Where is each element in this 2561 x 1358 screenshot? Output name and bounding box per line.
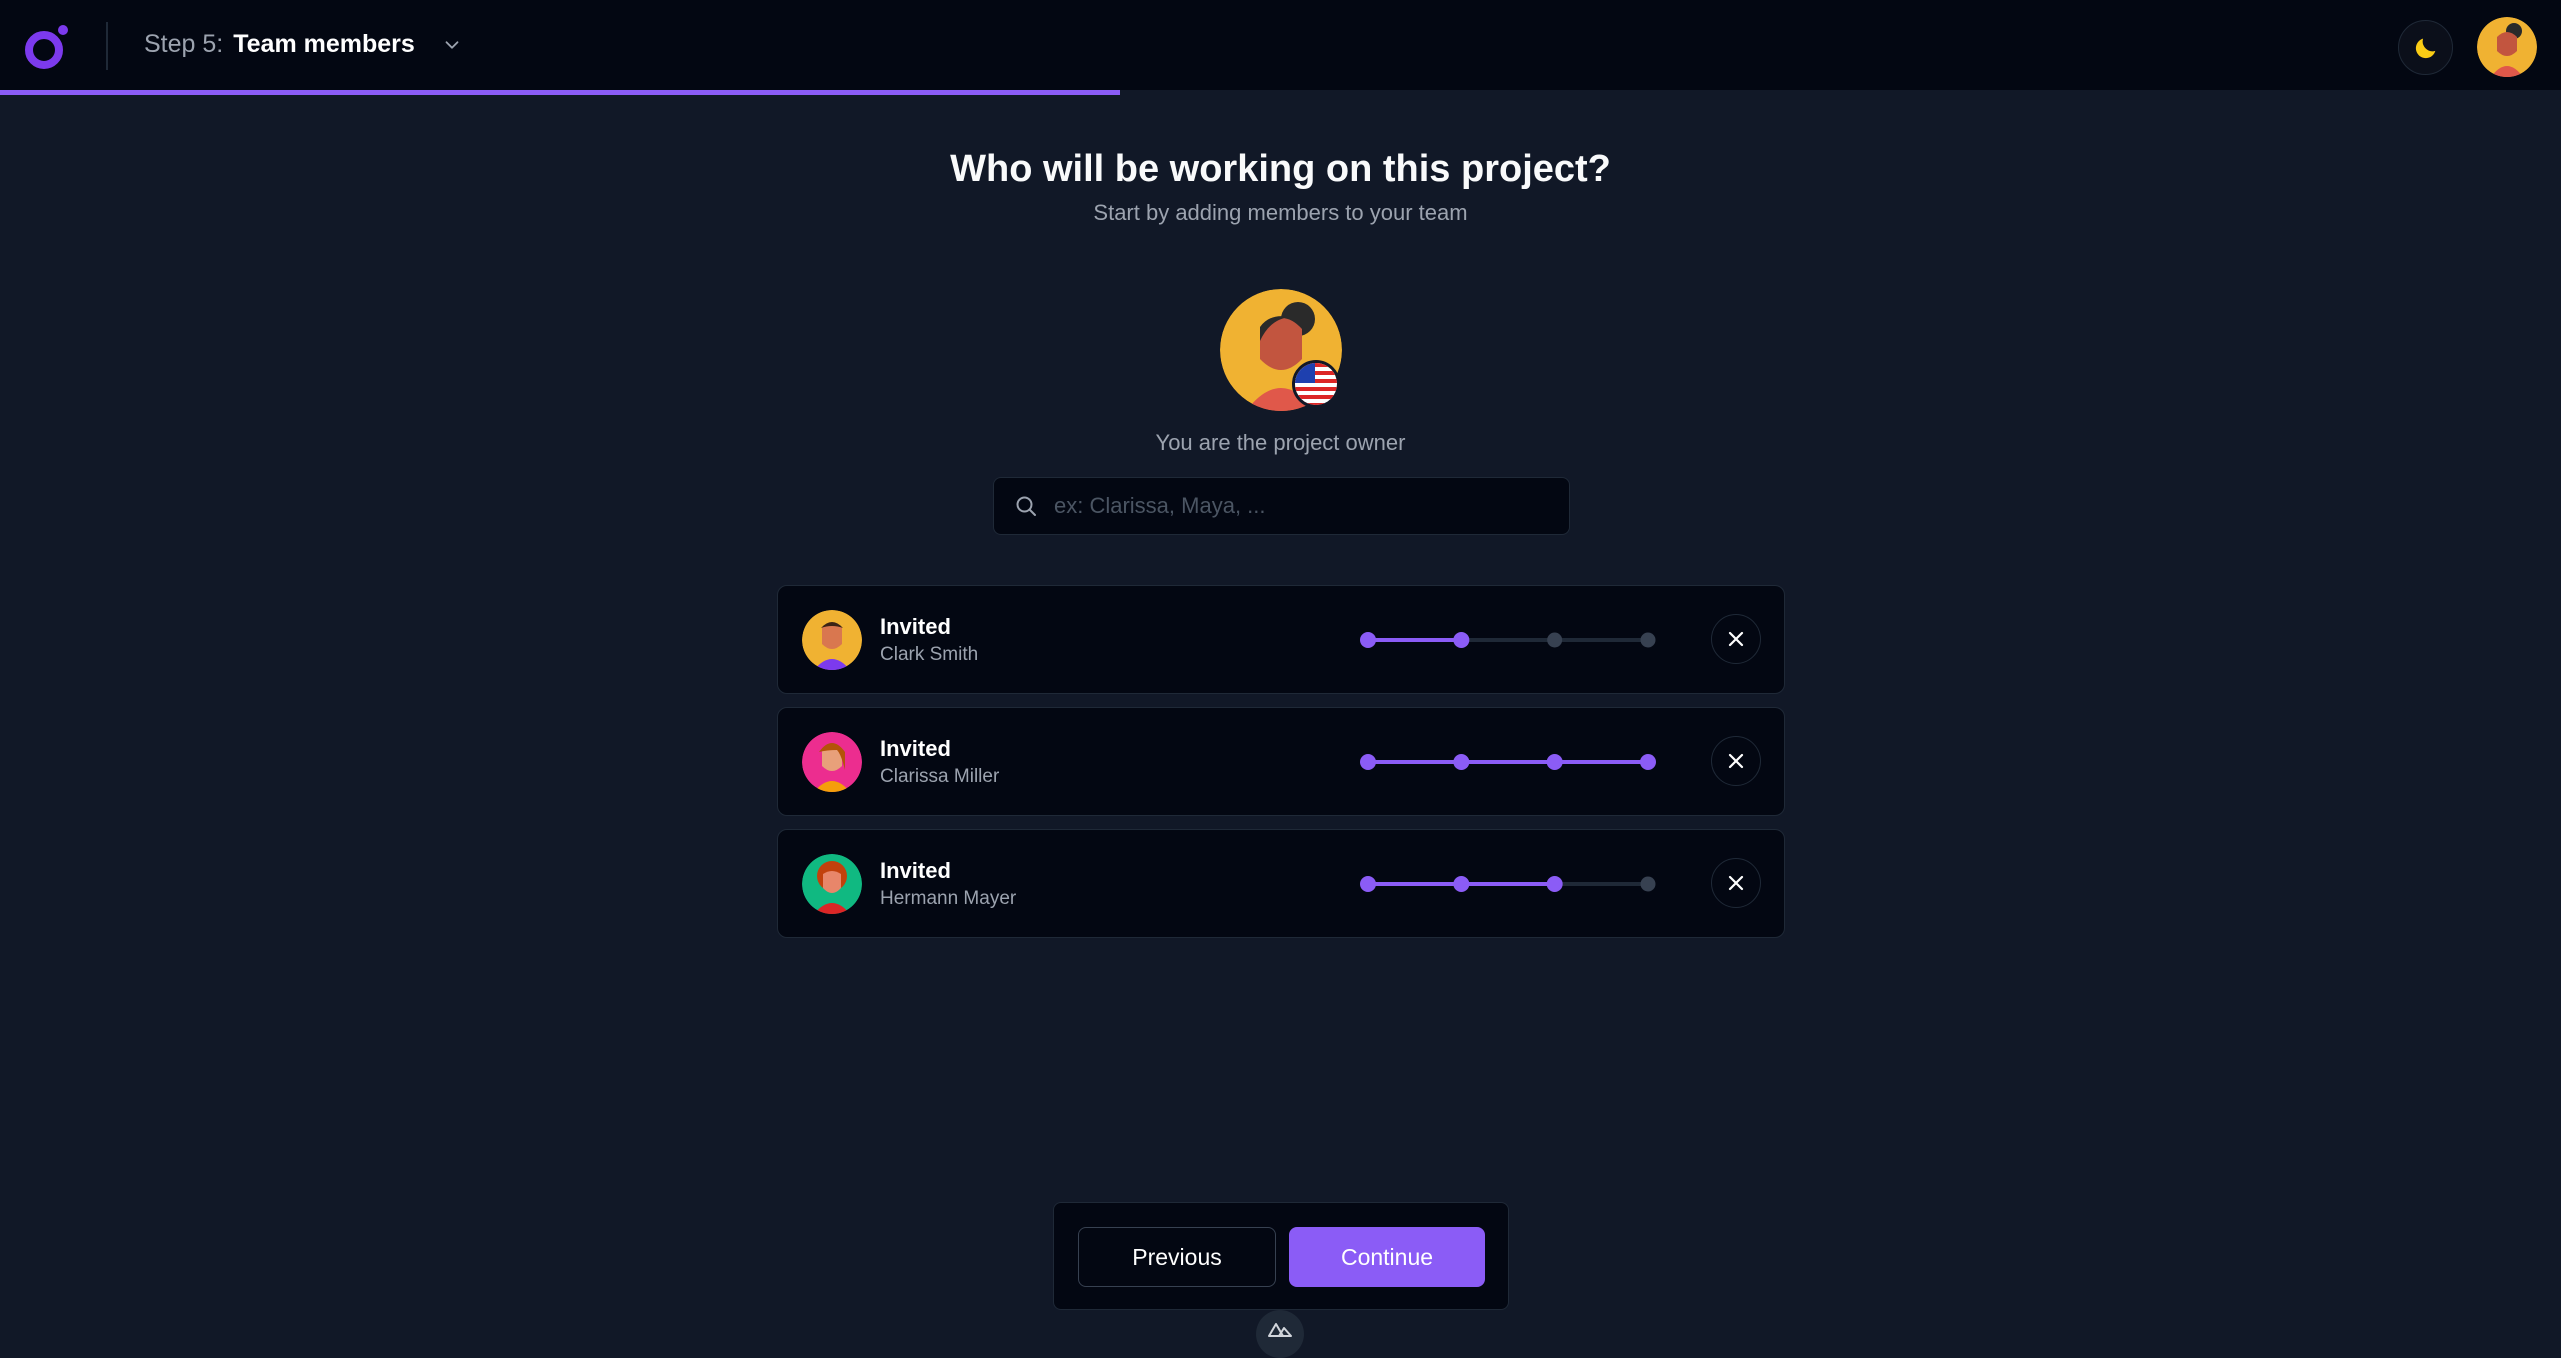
header-divider [106,22,108,70]
app-logo-icon[interactable] [22,22,72,72]
access-level-slider[interactable] [1358,752,1658,772]
slider-step-dot[interactable] [1546,876,1563,892]
slider-step-dot[interactable] [1546,754,1563,770]
remove-member-button[interactable] [1711,614,1761,664]
slider-step-dot[interactable] [1547,632,1563,648]
member-name: Hermann Mayer [880,888,1017,909]
slider-step-dot[interactable] [1453,754,1470,770]
nuxt-logo-icon [1268,1323,1292,1337]
us-flag-icon [1292,360,1340,408]
step-progress-bar [0,90,2561,95]
search-input[interactable] [1054,493,1534,519]
member-search[interactable] [993,477,1570,535]
moon-icon [2415,38,2435,58]
close-icon [1728,875,1744,891]
nuxt-devtools-button[interactable] [1256,1310,1304,1358]
member-card: Invited Hermann Mayer [777,829,1785,938]
member-status: Invited [880,614,951,639]
access-level-slider[interactable] [1358,630,1658,650]
member-avatar [802,610,862,670]
slider-step-dot[interactable] [1360,876,1376,892]
step-selector[interactable]: Step 5: Team members [144,30,463,59]
user-avatar[interactable] [2477,17,2537,77]
member-card: Invited Clark Smith [777,585,1785,694]
top-bar: Step 5: Team members [0,0,2561,90]
remove-member-button[interactable] [1711,858,1761,908]
remove-member-button[interactable] [1711,736,1761,786]
member-status: Invited [880,736,951,761]
close-icon [1728,631,1744,647]
close-icon [1728,753,1744,769]
slider-step-dot[interactable] [1360,754,1376,770]
search-icon [1016,496,1036,516]
step-title: Team members [233,30,415,58]
member-name: Clarissa Miller [880,766,1000,787]
step-number: Step 5: [144,30,224,58]
continue-button[interactable]: Continue [1289,1227,1485,1287]
slider-step-dot[interactable] [1640,754,1656,770]
page-title: Who will be working on this project? [950,148,1611,190]
member-card: Invited Clarissa Miller [777,707,1785,816]
slider-step-dot[interactable] [1640,876,1656,892]
chevron-down-icon[interactable] [441,34,463,56]
access-level-slider[interactable] [1358,874,1658,894]
previous-button[interactable]: Previous [1078,1227,1276,1287]
slider-step-dot[interactable] [1640,632,1656,648]
page-subtitle: Start by adding members to your team [1093,200,1468,225]
theme-toggle-button[interactable] [2398,20,2453,75]
member-status: Invited [880,858,951,883]
slider-step-dot[interactable] [1453,632,1470,648]
step-navigation: Previous Continue [1053,1202,1509,1310]
owner-label: You are the project owner [1155,430,1406,455]
member-avatar [802,854,862,914]
slider-step-dot[interactable] [1360,632,1376,648]
member-name: Clark Smith [880,644,979,665]
step-progress-fill [0,90,1121,95]
slider-step-dot[interactable] [1453,876,1470,892]
member-avatar [802,732,862,792]
